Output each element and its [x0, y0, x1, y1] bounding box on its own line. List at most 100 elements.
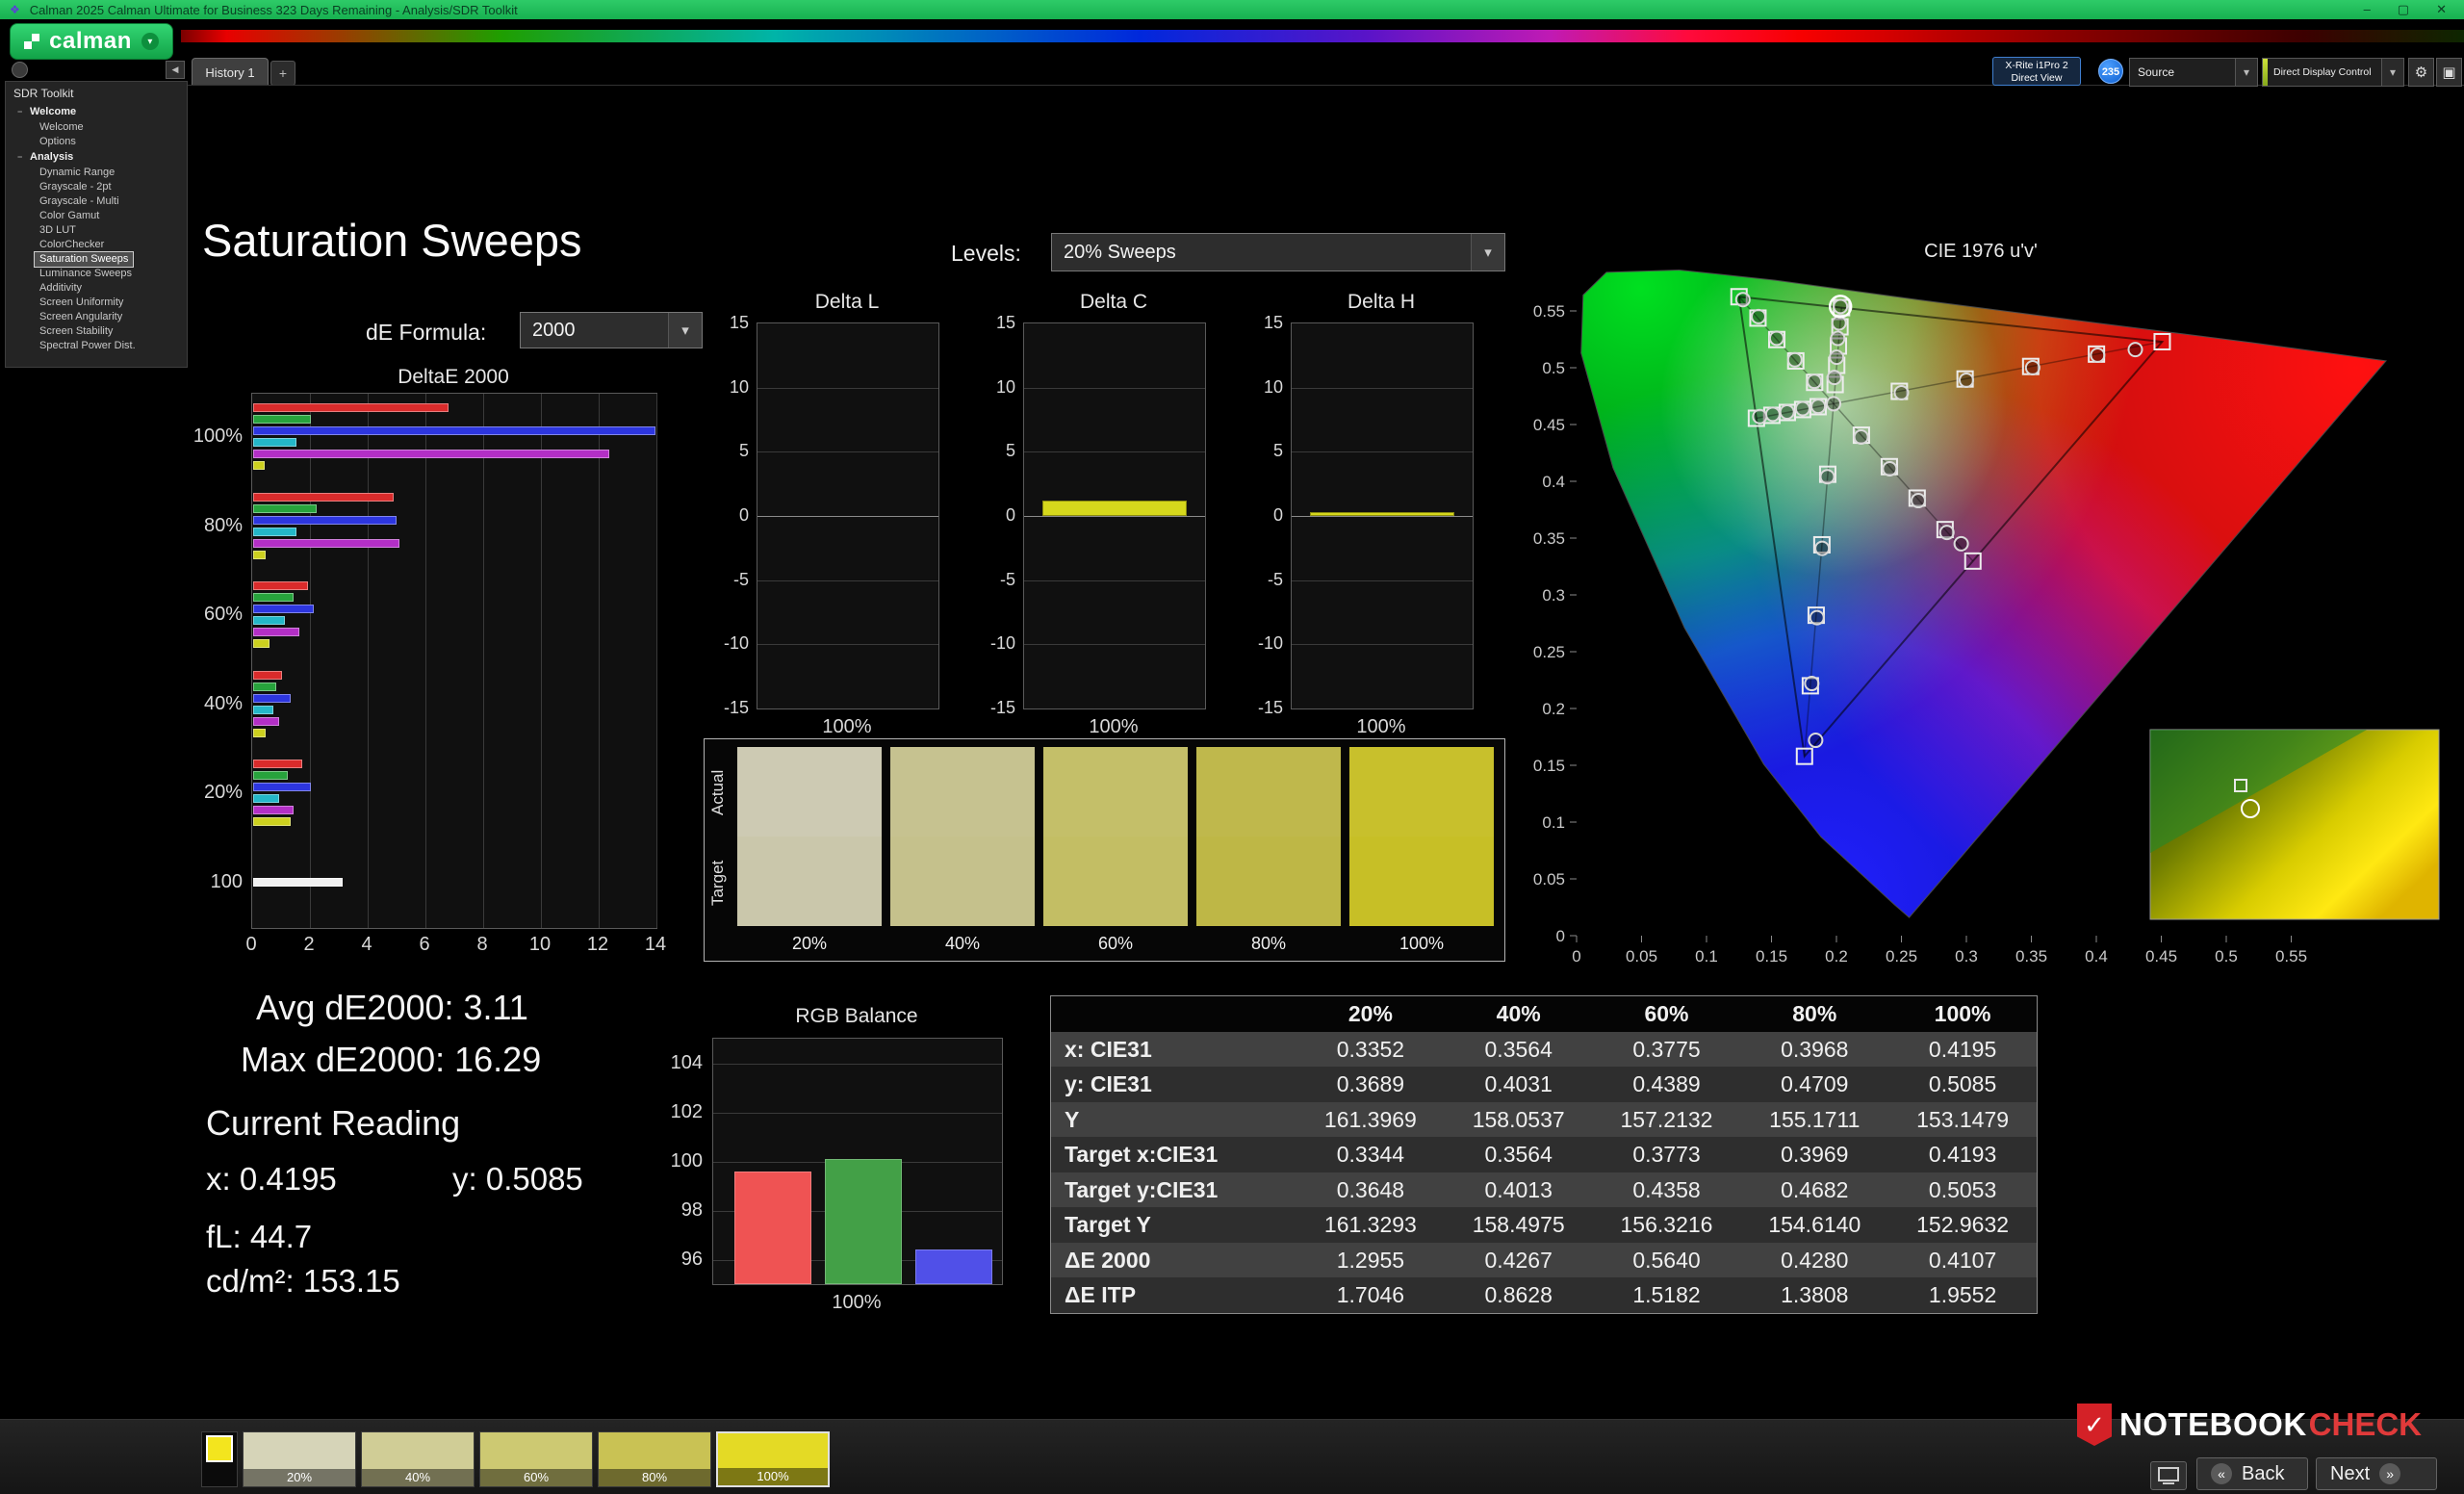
table-cell: 0.3344 — [1296, 1137, 1445, 1172]
session-indicator-icon[interactable] — [12, 62, 28, 78]
cie-1976-diagram: 000.050.050.10.10.150.150.20.20.250.250.… — [1517, 233, 2445, 984]
table-row: ΔE 20001.29550.42670.56400.42800.4107 — [1051, 1243, 2037, 1278]
settings-gear-button[interactable]: ⚙ — [2408, 58, 2434, 87]
sidebar-item-screen-stability[interactable]: Screen Stability — [35, 324, 117, 339]
svg-text:0.4: 0.4 — [2085, 947, 2108, 966]
deltae-bar-cyan — [253, 794, 279, 803]
notebookcheck-logo-icon: ✓ — [2077, 1404, 2112, 1446]
table-cell: 154.6140 — [1740, 1207, 1888, 1243]
sidebar-item-screen-uniformity[interactable]: Screen Uniformity — [35, 296, 128, 310]
svg-text:0.2: 0.2 — [1542, 700, 1565, 718]
patch-label: 60% — [1043, 930, 1188, 957]
collapse-icon[interactable]: − — [17, 105, 25, 119]
history-tile-40%[interactable]: 40% — [361, 1431, 475, 1487]
tab-history-1[interactable]: History 1 — [192, 58, 269, 86]
cie-measured-marker — [1815, 542, 1829, 555]
levels-select[interactable]: 20% Sweeps ▾ — [1051, 233, 1505, 271]
cie-measured-marker — [2129, 343, 2143, 356]
display-button[interactable] — [2150, 1461, 2187, 1490]
cie-measured-marker — [1753, 410, 1766, 424]
panel-toggle-button[interactable]: ▣ — [2436, 58, 2462, 87]
close-button[interactable]: ✕ — [2436, 2, 2447, 17]
sidebar-item-grayscale-2pt[interactable]: Grayscale - 2pt — [35, 180, 116, 194]
deltae-ylabel: 60% — [173, 604, 243, 625]
sidebar-item-welcome[interactable]: Welcome — [35, 120, 89, 135]
add-tab-button[interactable]: + — [270, 61, 295, 86]
svg-text:0: 0 — [1556, 927, 1565, 945]
cie-measured-marker — [1821, 470, 1835, 483]
sidebar-item-dynamic-range[interactable]: Dynamic Range — [35, 166, 119, 180]
table-cell: 1.9552 — [1888, 1277, 2037, 1313]
sidebar-item-saturation-sweeps[interactable]: Saturation Sweeps — [35, 252, 133, 267]
calman-window: ❖ Calman 2025 Calman Ultimate for Busine… — [0, 0, 2464, 1494]
current-x: x: 0.4195 — [206, 1161, 337, 1198]
history-tile-100%[interactable]: 100% — [716, 1431, 830, 1487]
cie-measured-marker — [1834, 299, 1847, 313]
sidebar-item-screen-angularity[interactable]: Screen Angularity — [35, 310, 127, 324]
cie-measured-marker — [1830, 350, 1843, 364]
actual-label: Actual — [708, 747, 732, 838]
table-cell: 0.5053 — [1888, 1172, 2037, 1208]
delta_l-ytick: 10 — [703, 376, 749, 398]
table-cell: 1.5182 — [1593, 1277, 1741, 1313]
table-header-cell: 60% — [1593, 996, 1741, 1032]
svg-text:0.5: 0.5 — [1542, 359, 1565, 377]
sidebar-item-grayscale-multi[interactable]: Grayscale - Multi — [35, 194, 124, 209]
table-cell: 0.4682 — [1740, 1172, 1888, 1208]
table-cell: 0.3968 — [1740, 1032, 1888, 1068]
calman-menu-button[interactable]: calman ▾ — [10, 23, 173, 60]
cie-measured-marker — [1766, 407, 1780, 421]
table-row-label: x: CIE31 — [1051, 1032, 1296, 1068]
maximize-button[interactable]: ▢ — [2398, 2, 2409, 17]
svg-text:0.1: 0.1 — [1695, 947, 1718, 966]
display-color-indicator — [2263, 59, 2268, 86]
rgb-title: RGB Balance — [712, 1005, 1001, 1028]
delta_l-title: Delta L — [757, 291, 937, 314]
minimize-button[interactable]: – — [2364, 2, 2371, 17]
next-arrow-icon: » — [2379, 1463, 2400, 1484]
history-tile-20%[interactable]: 20% — [243, 1431, 356, 1487]
de-formula-label: dE Formula: — [366, 320, 486, 346]
display-control-select[interactable]: Direct Display Control ▾ — [2262, 58, 2404, 87]
display-control-label: Direct Display Control — [2273, 66, 2372, 78]
sidebar-item-3d-lut[interactable]: 3D LUT — [35, 223, 81, 238]
sidebar-item-additivity[interactable]: Additivity — [35, 281, 87, 296]
deltae-bar-yellow — [253, 639, 270, 648]
table-cell: 1.2955 — [1296, 1243, 1445, 1278]
sidebar-group-label: Analysis — [30, 150, 73, 165]
rgb-ytick: 102 — [643, 1101, 703, 1122]
deltae-bar-green — [253, 593, 294, 602]
source-select[interactable]: Source ▾ — [2129, 58, 2258, 87]
sidebar-item-colorchecker[interactable]: ColorChecker — [35, 238, 109, 252]
back-button[interactable]: « Back — [2196, 1457, 2308, 1490]
history-tile-80%[interactable]: 80% — [598, 1431, 711, 1487]
sidebar-item-spectral-power-dist-[interactable]: Spectral Power Dist. — [35, 339, 141, 353]
delta_h-title: Delta H — [1291, 291, 1472, 314]
next-button[interactable]: Next » — [2316, 1457, 2437, 1490]
cie-measured-marker — [1833, 317, 1846, 330]
meter-device-button[interactable]: X-Rite i1Pro 2 Direct View — [1992, 57, 2081, 86]
deltae-bar-green — [253, 415, 311, 424]
spectrum-strip — [181, 30, 2464, 42]
current-cdm2: cd/m²: 153.15 — [206, 1263, 400, 1300]
check-icon: ✓ — [2084, 1410, 2105, 1440]
rgb-bar-red — [734, 1172, 811, 1284]
collapse-icon[interactable]: − — [17, 150, 25, 165]
meter-count-badge[interactable]: 235 — [2098, 59, 2123, 84]
chevron-down-icon: ▾ — [2381, 59, 2403, 86]
cie-measured-marker — [2026, 361, 2040, 374]
delta-l-chart: Delta L151050-5-10-15100% — [697, 291, 957, 748]
de-formula-select[interactable]: 2000 ▾ — [520, 312, 703, 348]
sidebar-item-options[interactable]: Options — [35, 135, 81, 149]
deltae-bar-magenta — [253, 539, 399, 548]
meter-mode: Direct View — [1993, 72, 2080, 85]
table-cell: 0.5640 — [1593, 1243, 1741, 1278]
table-cell: 0.3775 — [1593, 1032, 1741, 1068]
sidebar-item-luminance-sweeps[interactable]: Luminance Sweeps — [35, 267, 137, 281]
deltae-bar-blue — [253, 516, 397, 525]
sidebar-item-color-gamut[interactable]: Color Gamut — [35, 209, 104, 223]
history-tile-60%[interactable]: 60% — [479, 1431, 593, 1487]
levels-value: 20% Sweeps — [1064, 242, 1176, 264]
cie-measured-marker — [1895, 386, 1909, 399]
sidebar-collapse-button[interactable]: ◀ — [166, 61, 185, 79]
